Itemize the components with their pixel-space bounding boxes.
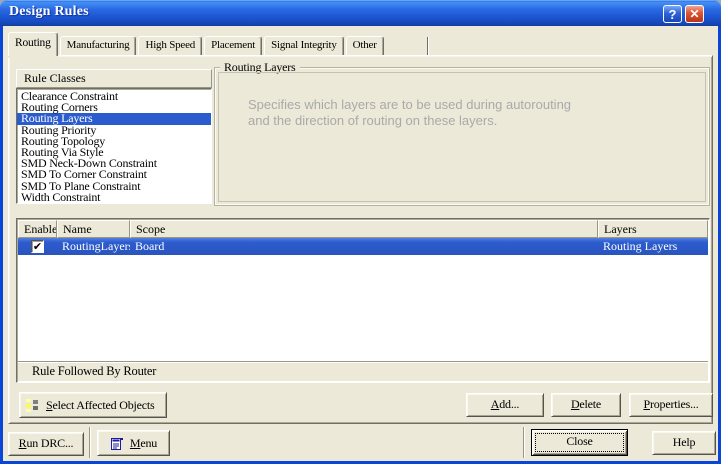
table-footer-status: Rule Followed By Router	[18, 361, 708, 381]
bottom-separator-right	[523, 427, 525, 458]
delete-button[interactable]: Delete	[551, 393, 621, 417]
scope-cell: Board	[130, 239, 598, 254]
design-rules-dialog: Design Rules ? ✕ Routing Manufacturing H…	[0, 0, 721, 464]
window-title: Design Rules	[9, 4, 89, 20]
table-row[interactable]: ✔ RoutingLayers Board Routing Layers	[18, 238, 708, 255]
enabled-checkbox[interactable]: ✔	[31, 240, 44, 253]
tab-routing[interactable]: Routing	[8, 32, 58, 56]
close-icon[interactable]: ✕	[685, 5, 704, 23]
checkmark-icon: ✔	[33, 241, 42, 252]
menu-label: Menu	[130, 436, 157, 451]
rule-classes-list[interactable]: Clearance Constraint Routing Corners Rou…	[16, 88, 212, 204]
rule-classes-panel: Rule Classes Clearance Constraint Routin…	[16, 69, 212, 204]
column-header-scope: Scope	[130, 220, 598, 238]
select-affected-objects-button[interactable]: Select Affected Objects	[19, 392, 167, 418]
select-affected-objects-label: Select Affected Objects	[46, 398, 154, 413]
rules-table: Enabled Name Scope Layers ✔ RoutingLayer…	[16, 218, 710, 383]
tab-placement[interactable]: Placement	[204, 36, 262, 56]
titlebar: Design Rules ? ✕	[0, 0, 721, 26]
dialog-client-area: Routing Manufacturing High Speed Placeme…	[3, 26, 718, 461]
properties-button[interactable]: Properties...	[629, 393, 713, 417]
rule-description-text: Specifies which layers are to be used du…	[248, 97, 574, 129]
enabled-cell: ✔	[18, 240, 57, 253]
description-panel: Specifies which layers are to be used du…	[218, 72, 706, 202]
routing-tab-page: Rule Classes Clearance Constraint Routin…	[8, 55, 713, 424]
routing-layers-groupbox: Routing Layers Specifies which layers ar…	[214, 67, 710, 206]
bottom-separator-left	[89, 427, 91, 458]
tab-other[interactable]: Other	[346, 36, 384, 56]
add-button[interactable]: Add...	[466, 393, 544, 417]
list-item-width-constraint[interactable]: Width Constraint	[17, 192, 211, 203]
menu-button[interactable]: Menu	[97, 430, 170, 456]
table-header-row: Enabled Name Scope Layers	[18, 220, 708, 238]
layers-cell: Routing Layers	[598, 239, 708, 254]
affected-objects-icon	[26, 398, 40, 412]
tab-manufacturing[interactable]: Manufacturing	[60, 36, 137, 56]
tab-strip-edge	[427, 37, 429, 56]
name-cell: RoutingLayers	[57, 239, 130, 254]
tab-high-speed[interactable]: High Speed	[138, 36, 202, 56]
column-header-enabled: Enabled	[18, 220, 57, 238]
tab-signal-integrity[interactable]: Signal Integrity	[264, 36, 344, 56]
help-button[interactable]: Help	[652, 431, 716, 455]
column-header-name: Name	[57, 220, 130, 238]
run-drc-button[interactable]: Run DRC...	[8, 432, 84, 456]
help-icon[interactable]: ?	[663, 5, 682, 23]
menu-icon	[110, 436, 124, 451]
tab-strip: Routing Manufacturing High Speed Placeme…	[8, 33, 386, 56]
rule-classes-header: Rule Classes	[16, 69, 212, 88]
close-button[interactable]: Close	[531, 429, 628, 456]
column-header-layers: Layers	[598, 220, 708, 238]
